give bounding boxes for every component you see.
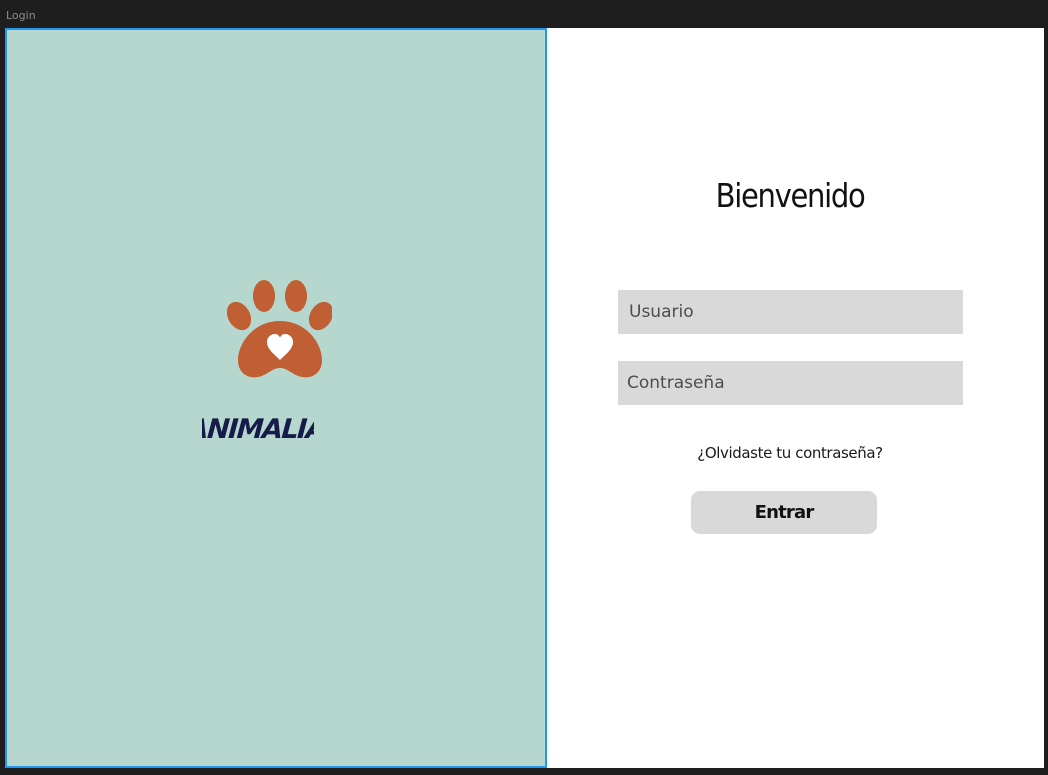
forgot-password-link[interactable]: ¿Olvidaste tu contraseña? <box>665 444 915 462</box>
animalia-logo: ANIMALIA <box>202 414 314 445</box>
login-button[interactable]: Entrar <box>691 491 877 534</box>
username-input[interactable] <box>618 290 963 334</box>
password-input[interactable] <box>618 361 963 405</box>
page-title: Bienvenido <box>715 176 866 215</box>
frame-label[interactable]: Login <box>6 9 36 22</box>
brand-panel[interactable]: ANIMALIA <box>5 28 547 768</box>
login-frame: ANIMALIA Bienvenido ¿Olvidaste tu contra… <box>5 28 1044 768</box>
paw-heart-icon <box>226 280 332 378</box>
brand-name: ANIMALIA <box>202 414 314 445</box>
